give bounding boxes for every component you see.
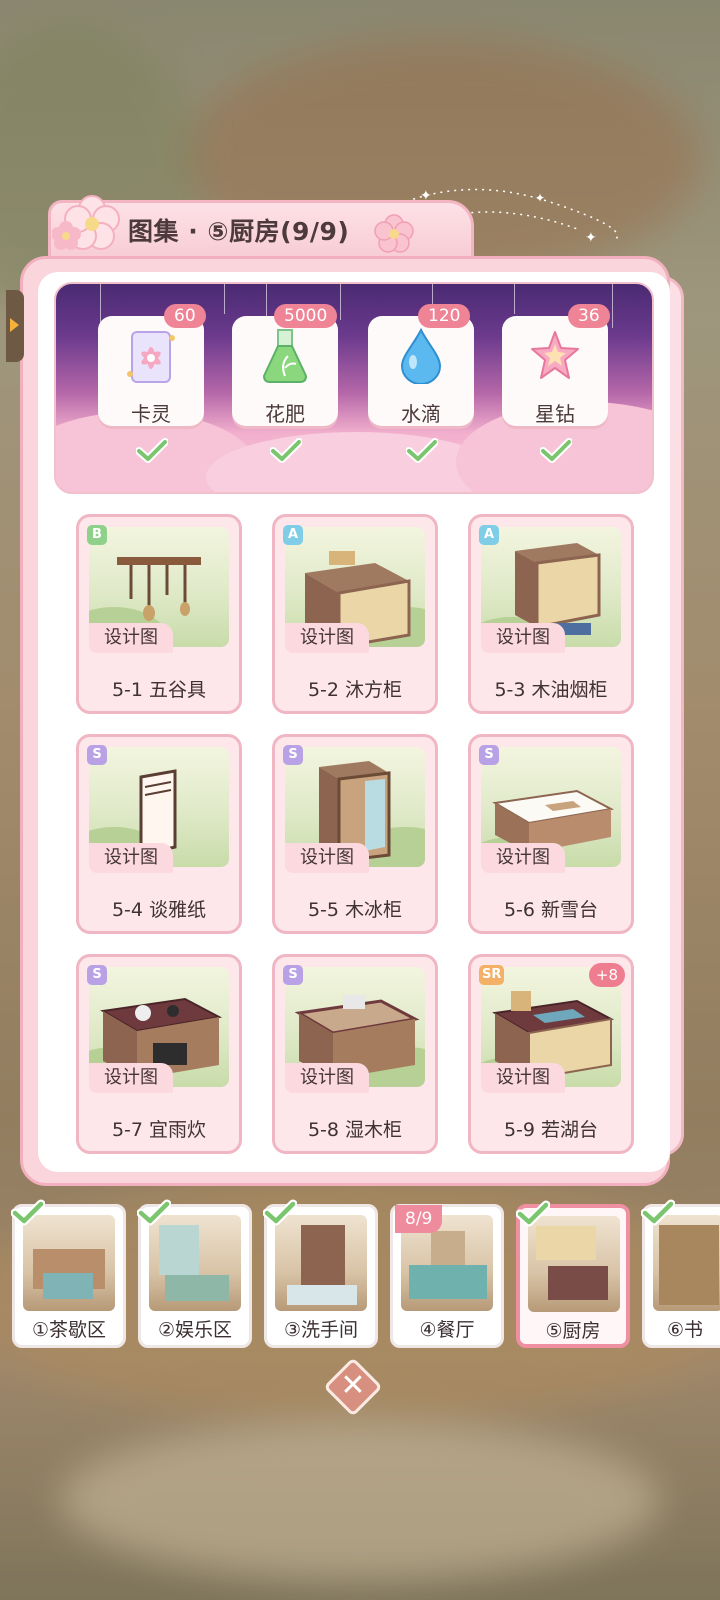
reward-label: 星钻 bbox=[535, 402, 575, 426]
star-diamond-icon bbox=[531, 331, 579, 379]
water-drop-icon bbox=[400, 328, 442, 384]
room-tab-4[interactable]: ④餐厅 8/9 bbox=[390, 1204, 504, 1348]
check-icon bbox=[136, 438, 168, 463]
blueprint-tag: 设计图 bbox=[89, 843, 173, 873]
blueprint-tag: 设计图 bbox=[89, 623, 173, 653]
flower-icon bbox=[52, 195, 120, 250]
card-spirit-icon bbox=[127, 331, 175, 383]
check-icon bbox=[540, 438, 572, 463]
check-icon bbox=[641, 1199, 675, 1226]
rarity-badge: B bbox=[87, 525, 107, 545]
room-label: ⑤厨房 bbox=[545, 1320, 601, 1342]
furniture-card[interactable]: B 设计图 5-1 五谷具 bbox=[76, 514, 242, 714]
furniture-card[interactable]: A 设计图 5-2 沐方柜 bbox=[272, 514, 438, 714]
blueprint-tag: 设计图 bbox=[89, 1063, 173, 1093]
reward-count-badge: 60 bbox=[164, 304, 206, 328]
blueprint-tag: 设计图 bbox=[285, 843, 369, 873]
blueprint-tag: 设计图 bbox=[285, 1063, 369, 1093]
rarity-badge: S bbox=[283, 965, 303, 985]
check-icon bbox=[137, 1199, 171, 1226]
reward-label: 水滴 bbox=[401, 402, 441, 426]
furniture-name: 5-6 新雪台 bbox=[503, 899, 599, 921]
check-icon bbox=[516, 1200, 550, 1227]
room-label: ③洗手间 bbox=[283, 1319, 359, 1341]
blueprint-tag: 设计图 bbox=[481, 1063, 565, 1093]
rarity-badge: A bbox=[283, 525, 303, 545]
side-expand-tab[interactable] bbox=[6, 290, 24, 362]
check-icon bbox=[270, 438, 302, 463]
reward-label: 花肥 bbox=[265, 402, 305, 426]
check-icon bbox=[11, 1199, 45, 1226]
page-title: 图集 · ⑤厨房(9/9) bbox=[128, 217, 350, 246]
furniture-card[interactable]: S 设计图 5-5 木冰柜 bbox=[272, 734, 438, 934]
furniture-name: 5-5 木冰柜 bbox=[307, 899, 403, 921]
rarity-badge: S bbox=[87, 965, 107, 985]
reward-count-badge: 5000 bbox=[274, 304, 338, 328]
close-icon[interactable]: ✕ bbox=[333, 1362, 373, 1410]
room-thumbnail bbox=[149, 1215, 241, 1311]
reward-label: 卡灵 bbox=[131, 402, 171, 426]
flower-icon bbox=[374, 214, 414, 253]
furniture-card[interactable]: S 设计图 5-7 宜雨炊 bbox=[76, 954, 242, 1154]
room-thumbnail bbox=[653, 1215, 720, 1311]
furniture-name: 5-3 木油烟柜 bbox=[494, 679, 608, 701]
furniture-name: 5-4 谈雅纸 bbox=[111, 899, 207, 921]
reward-count-badge: 36 bbox=[568, 304, 610, 328]
rarity-badge: S bbox=[283, 745, 303, 765]
furniture-name: 5-2 沐方柜 bbox=[307, 679, 403, 701]
furniture-name: 5-9 若湖台 bbox=[503, 1119, 599, 1141]
reward-card-xingzuan[interactable]: 星钻 bbox=[502, 316, 608, 426]
svg-text:✦: ✦ bbox=[535, 191, 545, 205]
furniture-name: 5-7 宜雨炊 bbox=[111, 1119, 207, 1141]
room-thumbnail bbox=[275, 1215, 367, 1311]
room-label: ②娱乐区 bbox=[157, 1319, 233, 1341]
svg-text:✦: ✦ bbox=[585, 230, 597, 246]
room-label: ⑥书 bbox=[667, 1319, 704, 1341]
reward-card-huafei[interactable]: 花肥 bbox=[232, 316, 338, 426]
fertilizer-flask-icon bbox=[262, 329, 308, 383]
furniture-card[interactable]: S 设计图 5-4 谈雅纸 bbox=[76, 734, 242, 934]
blueprint-tag: 设计图 bbox=[481, 843, 565, 873]
reward-card-shuidi[interactable]: 水滴 bbox=[368, 316, 474, 426]
blueprint-tag: 设计图 bbox=[285, 623, 369, 653]
room-thumbnail bbox=[23, 1215, 115, 1311]
furniture-card[interactable]: S 设计图 5-6 新雪台 bbox=[468, 734, 634, 934]
blueprint-tag: 设计图 bbox=[481, 623, 565, 653]
room-tab-1[interactable]: ①茶歇区 bbox=[11, 1199, 126, 1348]
furniture-name: 5-8 湿木柜 bbox=[307, 1119, 403, 1141]
reward-count-badge: 120 bbox=[418, 304, 471, 328]
room-tab-2[interactable]: ②娱乐区 bbox=[137, 1199, 252, 1348]
arrow-right-icon bbox=[10, 318, 19, 332]
room-tab-6[interactable]: ⑥书 bbox=[641, 1199, 720, 1348]
furniture-card[interactable]: S 设计图 5-8 湿木柜 bbox=[272, 954, 438, 1154]
furniture-name: 5-1 五谷具 bbox=[111, 679, 207, 701]
check-icon bbox=[263, 1199, 297, 1226]
rarity-badge: S bbox=[87, 745, 107, 765]
rarity-badge: A bbox=[479, 525, 499, 545]
room-label: ④餐厅 bbox=[419, 1319, 475, 1341]
furniture-card[interactable]: A 设计图 5-3 木油烟柜 bbox=[468, 514, 634, 714]
room-thumbnail bbox=[528, 1216, 620, 1312]
room-label: ①茶歇区 bbox=[31, 1319, 107, 1341]
room-tab-3[interactable]: ③洗手间 bbox=[263, 1199, 378, 1348]
extra-count-badge: +8 bbox=[588, 963, 625, 987]
reward-card-kaling[interactable]: 卡灵 bbox=[98, 316, 204, 426]
room-progress-badge: 8/9 bbox=[395, 1205, 443, 1233]
rarity-badge: S bbox=[479, 745, 499, 765]
rarity-badge: SR bbox=[479, 965, 505, 985]
room-tab-5[interactable]: ⑤厨房 bbox=[516, 1200, 630, 1348]
check-icon bbox=[406, 438, 438, 463]
furniture-card[interactable]: SR +8 设计图 5-9 若湖台 bbox=[468, 954, 634, 1154]
